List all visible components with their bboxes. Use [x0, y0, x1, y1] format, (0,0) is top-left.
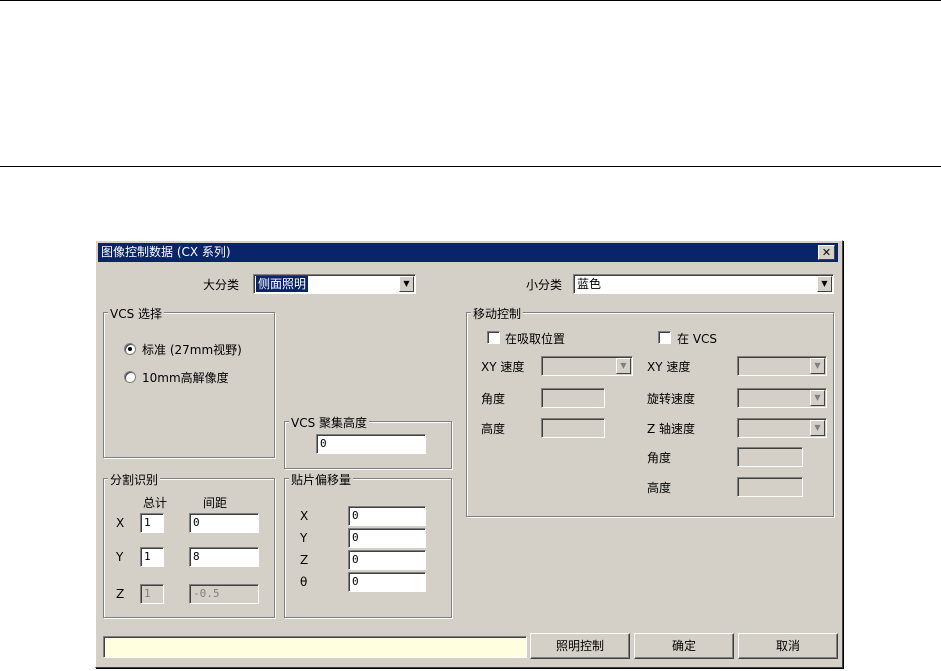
vcs-select-group: VCS 选择 标准 (27mm视野) 10mm高解像度 — [103, 305, 275, 458]
offset-x-input[interactable]: 0 — [348, 506, 426, 526]
pick-position-label[interactable]: 在吸取位置 — [505, 330, 565, 347]
focus-height-input[interactable]: 0 — [316, 434, 426, 454]
right-height-input[interactable] — [737, 477, 803, 497]
pick-position-checkbox[interactable] — [487, 331, 500, 344]
focus-height-legend: VCS 聚集高度 — [289, 414, 370, 431]
dialog-title: 图像控制数据 (CX 系列) — [101, 245, 231, 259]
move-control-legend: 移动控制 — [471, 305, 524, 322]
left-angle-input[interactable] — [541, 388, 605, 408]
left-height-label: 高度 — [481, 422, 506, 436]
light-control-button[interactable]: 照明控制 — [530, 633, 630, 659]
split-z-label: Z — [116, 587, 125, 601]
left-xy-speed-label: XY 速度 — [481, 360, 525, 374]
at-vcs-checkbox[interactable] — [658, 331, 671, 344]
radio-standard[interactable] — [124, 343, 136, 355]
chevron-down-icon[interactable]: ▼ — [817, 276, 832, 292]
split-x-spacing-input[interactable]: 0 — [189, 513, 259, 533]
right-xy-speed-label: XY 速度 — [647, 360, 691, 374]
offset-y-input[interactable]: 0 — [348, 528, 426, 548]
left-xy-speed-select[interactable]: ▼ — [541, 356, 633, 376]
close-button[interactable]: ✕ — [818, 245, 835, 260]
radio-high-res[interactable] — [124, 371, 136, 383]
chevron-down-icon[interactable]: ▼ — [810, 420, 825, 436]
right-angle-label: 角度 — [647, 451, 672, 465]
major-category-value: 侧面照明 — [256, 276, 309, 292]
offset-z-label: Z — [300, 553, 309, 567]
split-y-spacing-input[interactable]: 8 — [189, 547, 259, 567]
image-control-dialog: 图像控制数据 (CX 系列) ✕ 大分类 侧面照明 ▼ 小分类 蓝色 ▼ VCS… — [95, 240, 843, 668]
status-message-field — [103, 636, 527, 658]
radio-standard-label[interactable]: 标准 (27mm视野) — [142, 341, 242, 358]
split-y-total-input[interactable]: 1 — [140, 547, 164, 567]
split-z-total-input[interactable]: 1 — [140, 584, 164, 604]
title-bar: 图像控制数据 (CX 系列) ✕ — [98, 243, 838, 262]
z-speed-label: Z 轴速度 — [647, 422, 696, 436]
right-height-label: 高度 — [647, 481, 672, 495]
cancel-button[interactable]: 取消 — [738, 633, 838, 659]
ok-button[interactable]: 确定 — [634, 633, 734, 659]
mount-offset-legend: 贴片偏移量 — [289, 471, 354, 488]
radio-selected-dot — [128, 347, 132, 351]
rotation-speed-select[interactable]: ▼ — [737, 388, 827, 408]
offset-theta-input[interactable]: 0 — [348, 572, 426, 592]
major-category-label: 大分类 — [203, 278, 240, 292]
minor-category-label: 小分类 — [526, 278, 563, 292]
z-speed-select[interactable]: ▼ — [737, 418, 827, 438]
vcs-select-legend: VCS 选择 — [108, 305, 165, 322]
chevron-down-icon[interactable]: ▼ — [616, 358, 631, 374]
major-category-select[interactable]: 侧面照明 ▼ — [253, 274, 416, 294]
move-control-group: 移动控制 在吸取位置 在 VCS XY 速度 ▼ 角度 高度 XY 速度 ▼ 旋… — [466, 305, 834, 517]
offset-theta-label: θ — [300, 575, 308, 589]
split-recognition-group: 分割识别 总计 间距 X 1 0 Y 1 8 Z 1 -0.5 — [103, 471, 275, 618]
top-rule — [0, 0, 941, 1]
rotation-speed-label: 旋转速度 — [647, 392, 696, 406]
offset-x-label: X — [300, 509, 309, 523]
split-y-label: Y — [116, 550, 124, 564]
section-rule — [0, 166, 941, 167]
mount-offset-group: 贴片偏移量 X 0 Y 0 Z 0 θ 0 — [284, 471, 452, 618]
left-angle-label: 角度 — [481, 392, 506, 406]
col-spacing-label: 间距 — [203, 496, 228, 510]
split-x-total-input[interactable]: 1 — [140, 513, 164, 533]
col-total-label: 总计 — [143, 496, 168, 510]
split-x-label: X — [116, 516, 125, 530]
right-xy-speed-select[interactable]: ▼ — [737, 356, 827, 376]
right-angle-input[interactable] — [737, 447, 803, 467]
offset-z-input[interactable]: 0 — [348, 550, 426, 570]
radio-high-res-label[interactable]: 10mm高解像度 — [142, 369, 229, 386]
offset-y-label: Y — [300, 531, 308, 545]
chevron-down-icon[interactable]: ▼ — [810, 390, 825, 406]
minor-category-value: 蓝色 — [577, 277, 602, 291]
left-height-input[interactable] — [541, 418, 605, 438]
split-recognition-legend: 分割识别 — [108, 471, 161, 488]
chevron-down-icon[interactable]: ▼ — [399, 276, 414, 292]
at-vcs-label[interactable]: 在 VCS — [677, 330, 717, 347]
chevron-down-icon[interactable]: ▼ — [810, 358, 825, 374]
split-z-spacing-input[interactable]: -0.5 — [189, 584, 259, 604]
focus-height-group: VCS 聚集高度 0 — [284, 414, 452, 469]
minor-category-select[interactable]: 蓝色 ▼ — [573, 274, 834, 294]
